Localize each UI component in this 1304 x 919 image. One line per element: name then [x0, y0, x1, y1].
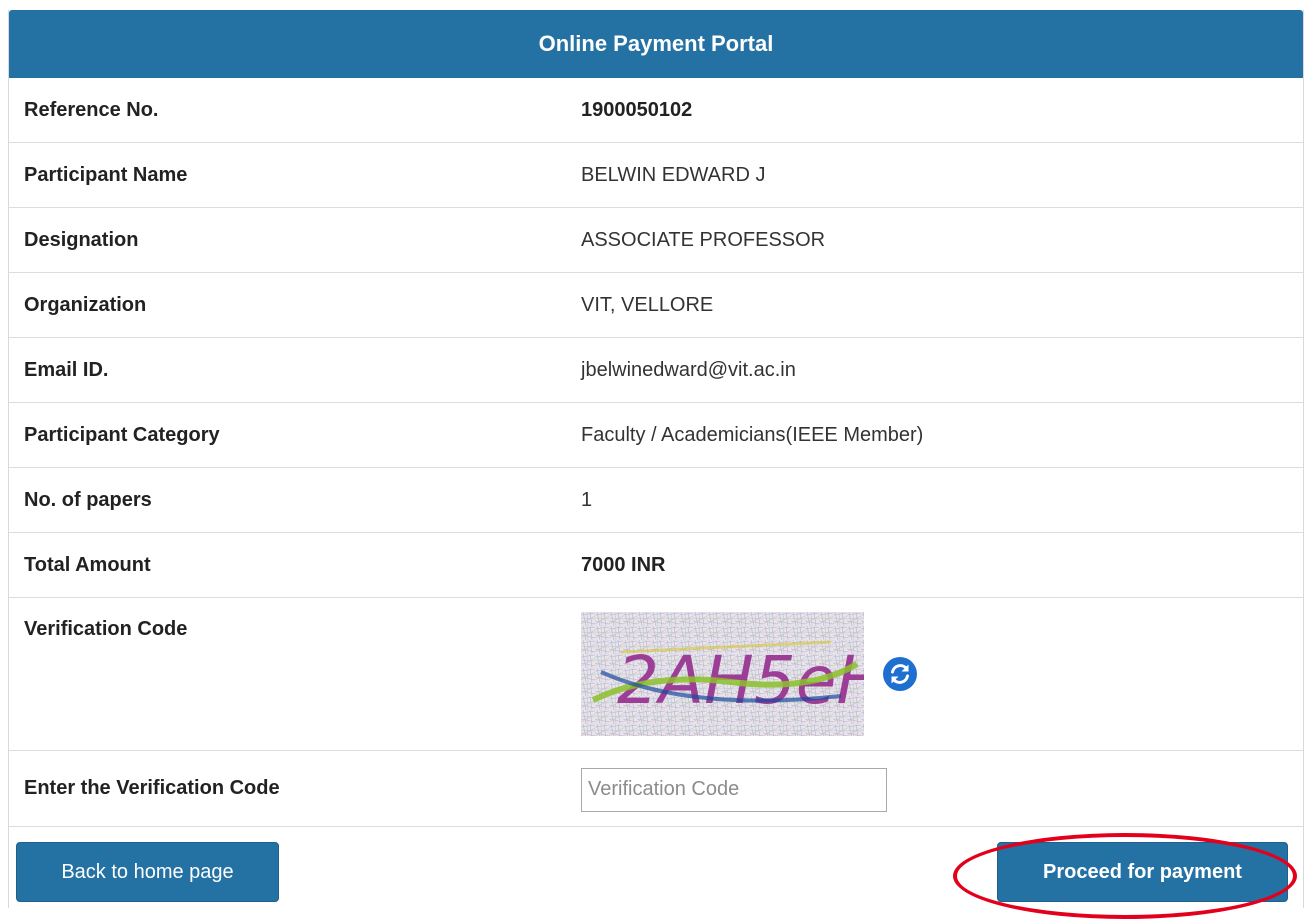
email-label: Email ID.	[24, 358, 109, 381]
verification-input-container	[565, 751, 1303, 826]
category-value: Faculty / Academicians(IEEE Member)	[581, 423, 924, 446]
enter-verification-row: Enter the Verification Code	[9, 751, 1303, 827]
action-bar: Back to home page Proceed for payment	[9, 827, 1303, 919]
participant-name-label: Participant Name	[24, 163, 188, 186]
total-amount-value: 7000 INR	[581, 553, 666, 576]
organization-value: VIT, VELLORE	[581, 293, 714, 316]
designation-label: Designation	[24, 228, 139, 251]
refresh-icon[interactable]	[882, 656, 918, 692]
papers-label: No. of papers	[24, 488, 152, 511]
organization-label: Organization	[24, 293, 147, 316]
proceed-for-payment-button[interactable]: Proceed for payment	[997, 842, 1288, 902]
papers-row: No. of papers 1	[9, 468, 1303, 533]
participant-name-row: Participant Name BELWIN EDWARD J	[9, 143, 1303, 208]
back-to-home-button[interactable]: Back to home page	[16, 842, 279, 902]
total-amount-row: Total Amount 7000 INR	[9, 533, 1303, 598]
payment-portal-panel: Online Payment Portal Reference No. 1900…	[8, 10, 1304, 919]
participant-name-value: BELWIN EDWARD J	[581, 163, 766, 186]
reference-value: 1900050102	[581, 98, 693, 121]
verification-code-input[interactable]	[581, 767, 887, 812]
category-label: Participant Category	[24, 423, 220, 446]
designation-row: Designation ASSOCIATE PROFESSOR	[9, 208, 1303, 273]
reference-label: Reference No.	[24, 98, 159, 121]
verification-code-label: Verification Code	[24, 618, 188, 640]
portal-title: Online Payment Portal	[9, 10, 1303, 78]
verification-code-row: Verification Code 2AH5eH	[9, 598, 1303, 751]
organization-row: Organization VIT, VELLORE	[9, 273, 1303, 338]
designation-value: ASSOCIATE PROFESSOR	[581, 228, 826, 251]
email-value: jbelwinedward@vit.ac.in	[581, 358, 796, 381]
email-row: Email ID. jbelwinedward@vit.ac.in	[9, 338, 1303, 403]
category-row: Participant Category Faculty / Academici…	[9, 403, 1303, 468]
reference-row: Reference No. 1900050102	[9, 78, 1303, 143]
papers-value: 1	[581, 488, 593, 511]
enter-verification-label: Enter the Verification Code	[24, 777, 280, 799]
captcha-container: 2AH5eH	[565, 598, 1303, 750]
total-amount-label: Total Amount	[24, 553, 151, 576]
captcha-image: 2AH5eH	[581, 612, 864, 736]
